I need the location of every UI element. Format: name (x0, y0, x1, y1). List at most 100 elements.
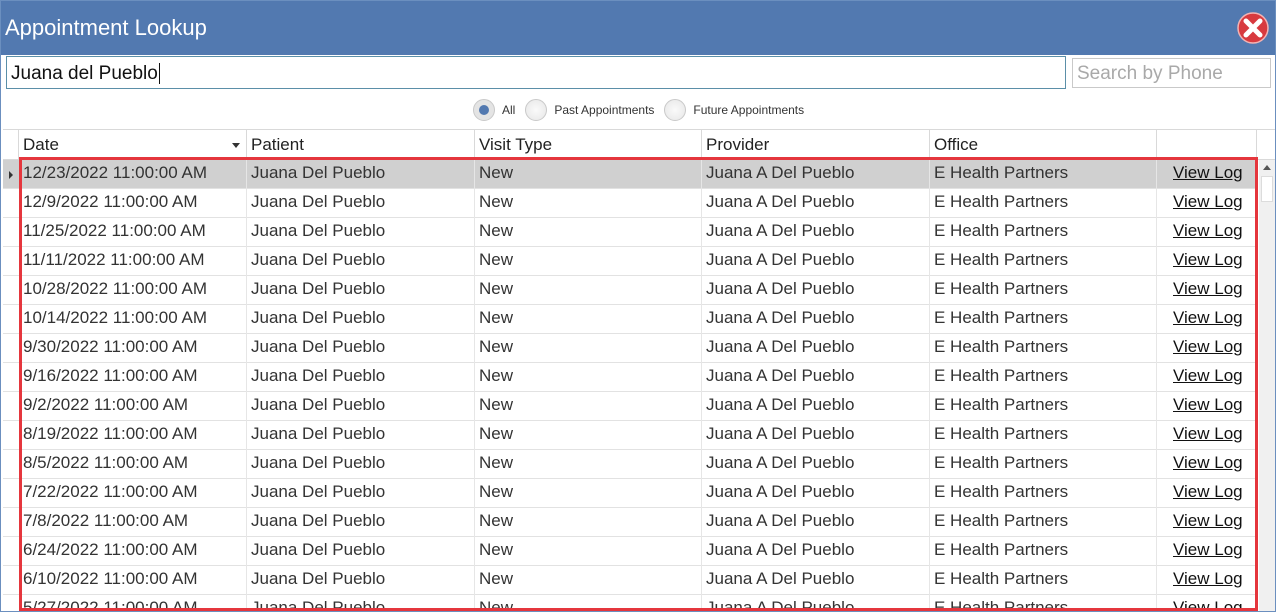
cell-date: 10/14/2022 11:00:00 AM (19, 305, 247, 334)
table-row[interactable]: 11/11/2022 11:00:00 AM Juana Del Pueblo Ne… (3, 247, 1257, 276)
cell-date: 12/23/2022 11:00:00 AM (19, 160, 247, 189)
cell-visit-type: New (475, 305, 702, 334)
radio-unchecked-icon (664, 99, 687, 121)
table-row[interactable]: 9/30/2022 11:00:00 AM Juana Del Pueblo New… (3, 334, 1257, 363)
view-log-link[interactable]: View Log (1169, 276, 1257, 305)
cell-date: 9/16/2022 11:00:00 AM (19, 363, 247, 392)
cell-office: E Health Partners (930, 189, 1157, 218)
view-log-link[interactable]: View Log (1169, 247, 1257, 276)
grid-header: Date Patient Visit Type Provider Office (3, 130, 1275, 160)
cell-office: E Health Partners (930, 276, 1157, 305)
scroll-thumb[interactable] (1261, 176, 1273, 202)
table-row[interactable]: 8/19/2022 11:00:00 AM Juana Del Pueblo New… (3, 421, 1257, 450)
cell-office: E Health Partners (930, 363, 1157, 392)
cell-date: 5/27/2022 11:00:00 AM (19, 595, 247, 611)
cell-provider: Juana A Del Pueblo (702, 305, 930, 334)
filter-past-radio[interactable]: Past Appointments (525, 99, 654, 121)
table-row[interactable]: 9/2/2022 11:00:00 AM Juana Del Pueblo New J… (3, 392, 1257, 421)
table-row[interactable]: 8/5/2022 11:00:00 AM Juana Del Pueblo New J… (3, 450, 1257, 479)
cell-visit-type: New (475, 160, 702, 189)
cell-office: E Health Partners (930, 508, 1157, 537)
table-row[interactable]: 7/22/2022 11:00:00 AM Juana Del Pueblo New… (3, 479, 1257, 508)
table-row[interactable]: 11/25/2022 11:00:00 AM Juana Del Pueblo Ne… (3, 218, 1257, 247)
table-row[interactable]: 7/8/2022 11:00:00 AM Juana Del Pueblo New J… (3, 508, 1257, 537)
scroll-up-icon[interactable] (1263, 165, 1271, 170)
cell-date: 8/5/2022 11:00:00 AM (19, 450, 247, 479)
cell-date: 9/2/2022 11:00:00 AM (19, 392, 247, 421)
cell-provider: Juana A Del Pueblo (702, 160, 930, 189)
cell-date: 9/30/2022 11:00:00 AM (19, 334, 247, 363)
view-log-link[interactable]: View Log (1169, 508, 1257, 537)
cell-visit-type: New (475, 566, 702, 595)
view-log-link[interactable]: View Log (1169, 479, 1257, 508)
table-row[interactable]: 12/9/2022 11:00:00 AM Juana Del Pueblo New… (3, 189, 1257, 218)
view-log-link[interactable]: View Log (1169, 160, 1257, 189)
column-header-action[interactable] (1157, 130, 1257, 160)
search-phone-input[interactable]: Search by Phone (1072, 58, 1271, 88)
cell-date: 10/28/2022 11:00:00 AM (19, 276, 247, 305)
column-header-patient-label: Patient (251, 135, 304, 154)
cell-provider: Juana A Del Pueblo (702, 421, 930, 450)
column-header-visit-type[interactable]: Visit Type (475, 130, 702, 160)
table-row[interactable]: 10/14/2022 11:00:00 AM Juana Del Pueblo Ne… (3, 305, 1257, 334)
view-log-link[interactable]: View Log (1169, 537, 1257, 566)
view-log-link[interactable]: View Log (1169, 189, 1257, 218)
view-log-link[interactable]: View Log (1169, 305, 1257, 334)
cell-visit-type: New (475, 363, 702, 392)
row-header-corner (3, 130, 19, 160)
column-header-provider[interactable]: Provider (702, 130, 930, 160)
cell-office: E Health Partners (930, 247, 1157, 276)
cell-date: 11/25/2022 11:00:00 AM (19, 218, 247, 247)
view-log-link[interactable]: View Log (1169, 566, 1257, 595)
appointment-lookup-window: Appointment Lookup Juana del Pueblo Sear… (0, 0, 1276, 612)
table-row[interactable]: 12/23/2022 11:00:00 AM Juana Del Pueblo Ne… (3, 160, 1257, 189)
column-header-visit-type-label: Visit Type (479, 135, 553, 154)
cell-patient: Juana Del Pueblo (247, 421, 475, 450)
view-log-link[interactable]: View Log (1169, 334, 1257, 363)
title-bar: Appointment Lookup (1, 1, 1275, 55)
table-row[interactable]: 6/10/2022 11:00:00 AM Juana Del Pueblo New… (3, 566, 1257, 595)
cell-patient: Juana Del Pueblo (247, 392, 475, 421)
cell-visit-type: New (475, 450, 702, 479)
cell-provider: Juana A Del Pueblo (702, 537, 930, 566)
view-log-link[interactable]: View Log (1169, 218, 1257, 247)
cell-patient: Juana Del Pueblo (247, 508, 475, 537)
filter-future-radio[interactable]: Future Appointments (664, 99, 804, 121)
view-log-link[interactable]: View Log (1169, 595, 1257, 611)
cell-office: E Health Partners (930, 450, 1157, 479)
cell-visit-type: New (475, 189, 702, 218)
column-header-patient[interactable]: Patient (247, 130, 475, 160)
table-row[interactable]: 6/24/2022 11:00:00 AM Juana Del Pueblo New… (3, 537, 1257, 566)
cell-date: 6/10/2022 11:00:00 AM (19, 566, 247, 595)
cell-provider: Juana A Del Pueblo (702, 566, 930, 595)
cell-provider: Juana A Del Pueblo (702, 247, 930, 276)
close-button[interactable] (1235, 11, 1271, 45)
text-caret (158, 63, 160, 85)
cell-provider: Juana A Del Pueblo (702, 189, 930, 218)
table-row[interactable]: 10/28/2022 11:00:00 AM Juana Del Pueblo Ne… (3, 276, 1257, 305)
cell-office: E Health Partners (930, 305, 1157, 334)
table-row[interactable]: 5/27/2022 11:00:00 AM Juana Del Pueblo New… (3, 595, 1257, 611)
cell-office: E Health Partners (930, 421, 1157, 450)
cell-provider: Juana A Del Pueblo (702, 595, 930, 611)
cell-visit-type: New (475, 392, 702, 421)
radio-checked-icon (473, 99, 495, 121)
filter-all-radio[interactable]: All (473, 99, 515, 121)
view-log-link[interactable]: View Log (1169, 392, 1257, 421)
view-log-link[interactable]: View Log (1169, 363, 1257, 392)
column-header-office[interactable]: Office (930, 130, 1157, 160)
appointments-grid: Date Patient Visit Type Provider Office … (3, 129, 1275, 611)
column-header-date[interactable]: Date (19, 130, 247, 160)
view-log-link[interactable]: View Log (1169, 421, 1257, 450)
cell-office: E Health Partners (930, 566, 1157, 595)
cell-provider: Juana A Del Pueblo (702, 450, 930, 479)
vertical-scrollbar[interactable] (1259, 160, 1275, 611)
cell-provider: Juana A Del Pueblo (702, 479, 930, 508)
cell-visit-type: New (475, 537, 702, 566)
cell-patient: Juana Del Pueblo (247, 189, 475, 218)
cell-date: 12/9/2022 11:00:00 AM (19, 189, 247, 218)
appointment-filter: All Past Appointments Future Appointment… (473, 97, 814, 123)
table-row[interactable]: 9/16/2022 11:00:00 AM Juana Del Pueblo New… (3, 363, 1257, 392)
view-log-link[interactable]: View Log (1169, 450, 1257, 479)
search-name-input[interactable]: Juana del Pueblo (6, 56, 1066, 89)
